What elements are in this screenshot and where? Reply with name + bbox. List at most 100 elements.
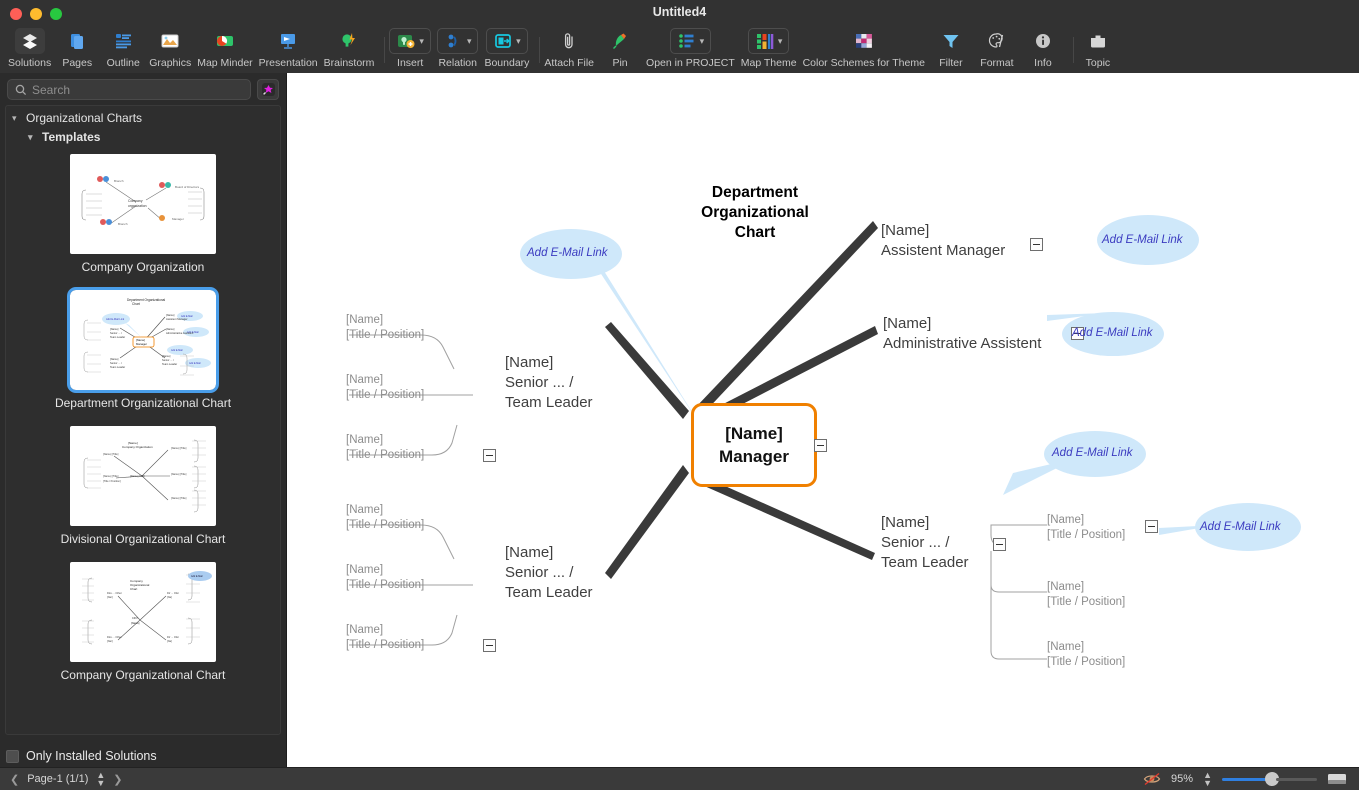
chevron-down-icon[interactable]: ▾ (516, 36, 521, 47)
node-role-line1: Senior ... / (505, 564, 574, 581)
callout-label-child-right[interactable]: Add E-Mail Link (1200, 521, 1281, 533)
node-name: [Name] (346, 564, 384, 576)
node-child-ul-2[interactable]: [Name] [Title / Position] (346, 373, 424, 403)
only-installed-checkbox[interactable] (6, 749, 19, 763)
chevron-down-icon[interactable]: ▾ (778, 36, 783, 47)
node-role: Administrative Assistent (883, 335, 1042, 352)
node-assistent-manager[interactable]: [Name] Assistent Manager (881, 221, 1005, 261)
open-in-project-icon (678, 34, 694, 48)
toolbar-button-outline[interactable]: Outline (103, 26, 143, 69)
node-name: [Name] (346, 434, 384, 446)
collapse-button-senior-lower-left[interactable] (483, 639, 496, 652)
node-child-ll-2[interactable]: [Name] [Title / Position] (346, 563, 424, 593)
node-child-ul-3[interactable]: [Name] [Title / Position] (346, 433, 424, 463)
node-child-right-1[interactable]: [Name] [Title / Position] (1047, 513, 1125, 543)
toolbar-button-open-in-project[interactable]: ▾ Open in PROJECT (646, 26, 735, 69)
node-name: [Name] (1047, 514, 1085, 526)
svg-text:[Name]: [Name] (110, 357, 119, 361)
svg-text:[Name] CEO: [Name] CEO (130, 474, 145, 478)
toolbar-button-graphics[interactable]: Graphics (149, 26, 191, 69)
node-title: [Title / Position] (1047, 529, 1126, 541)
magic-wand-button[interactable] (257, 79, 279, 100)
tree-node-label: Templates (42, 130, 101, 144)
toolbar-button-info[interactable]: Info (1023, 26, 1063, 69)
node-child-ll-1[interactable]: [Name] [Title / Position] (346, 503, 424, 533)
node-administrative-assistent[interactable]: [Name] Administrative Assistent (883, 314, 1041, 354)
zoom-stepper[interactable]: ▲ ▼ (1203, 771, 1212, 788)
toolbar-icon-wrap (62, 28, 92, 54)
toolbar-button-relation[interactable]: ▾ Relation (436, 26, 479, 69)
toolbar-button-map-theme[interactable]: ▾ Map Theme (741, 26, 797, 69)
toolbar-button-boundary[interactable]: ▾ Boundary (484, 26, 529, 69)
template-item-company-organization[interactable]: Company organization Branch Board of Direc… (6, 154, 280, 274)
chevron-down-icon[interactable]: ▾ (467, 36, 472, 47)
map-title-line: Chart (734, 224, 776, 241)
node-senior-team-leader-right[interactable]: [Name] Senior ... / Team Leader (881, 513, 969, 573)
only-installed-solutions-row[interactable]: Only Installed Solutions (6, 749, 157, 763)
node-role-line1: Senior ... / (505, 374, 574, 391)
page-stepper[interactable]: ▲ ▼ (96, 771, 105, 788)
template-item-divisional-organizational-chart[interactable]: [Name] Company Organization [Name] CEO [N… (6, 426, 280, 546)
callout-label-administrative-assistent[interactable]: Add E-Mail Link (1072, 327, 1153, 339)
svg-text:Add E-Mail: Add E-Mail (189, 362, 201, 365)
collapse-button-assistent-manager[interactable] (1030, 238, 1043, 251)
map-title[interactable]: Department Organizational Chart (665, 183, 845, 243)
template-thumbnail[interactable]: Department Organizational Chart [Name] Man… (67, 287, 219, 393)
node-senior-team-leader-upper-left[interactable]: [Name] Senior ... / Team Leader (505, 353, 593, 413)
title-bar: Untitled4 (0, 0, 1359, 26)
search-input[interactable]: Search (7, 79, 251, 100)
callout-label-senior-right[interactable]: Add E-Mail Link (1052, 447, 1133, 459)
template-item-company-organizational-chart[interactable]: Company Organizational Chart CFO [Name] Dir… (6, 562, 280, 682)
callout-label-assistent-manager[interactable]: Add E-Mail Link (1102, 234, 1183, 246)
toolbar-button-topic[interactable]: Topic (1078, 26, 1118, 69)
svg-text:Add E-Mail Link: Add E-Mail Link (106, 317, 125, 321)
collapse-button-center[interactable] (814, 439, 827, 452)
chevron-left-icon[interactable]: ❮ (10, 773, 19, 786)
tree-node-templates[interactable]: ▾ Templates (6, 127, 280, 146)
toolbar-button-attach-file[interactable]: Attach File (544, 26, 594, 69)
toolbar-button-format[interactable]: Format (977, 26, 1017, 69)
callout-label-center[interactable]: Add E-Mail Link (527, 247, 608, 259)
toolbar-icon-wrap: ▾ (436, 28, 479, 54)
toolbar-button-map-minder[interactable]: Map Minder (197, 26, 253, 69)
node-child-ll-3[interactable]: [Name] [Title / Position] (346, 623, 424, 653)
collapse-button-senior-upper-left[interactable] (483, 449, 496, 462)
collapse-button-senior-right[interactable] (993, 538, 1006, 551)
tree-node-organizational-charts[interactable]: ▾ Organizational Charts (6, 106, 280, 127)
toolbar-button-presentation[interactable]: Presentation (259, 26, 318, 69)
template-thumbnail[interactable]: [Name] Company Organization [Name] CEO [N… (70, 426, 216, 526)
node-child-ul-1[interactable]: [Name] [Title / Position] (346, 313, 424, 343)
toolbar-button-color-schemes-for-theme[interactable]: Color Schemes for Theme (803, 26, 925, 69)
toolbar-button-label: Filter (939, 57, 963, 69)
center-node-manager[interactable]: [Name] Manager (691, 403, 817, 487)
toolbar-button-insert[interactable]: ▾ Insert (389, 26, 431, 69)
chevron-right-icon[interactable]: ❯ (113, 773, 122, 786)
toolbar-button-pin[interactable]: Pin (600, 26, 640, 69)
svg-text:Dire ... Other: Dire ... Other (107, 635, 122, 639)
fit-page-icon[interactable] (1327, 772, 1347, 786)
toolbar-button-pages[interactable]: Pages (57, 26, 97, 69)
svg-text:Team Leader: Team Leader (162, 362, 177, 366)
toolbar-button-solutions[interactable]: Solutions (8, 26, 51, 69)
brainstorm-icon (342, 33, 356, 47)
node-senior-team-leader-lower-left[interactable]: [Name] Senior ... / Team Leader (505, 543, 593, 603)
node-child-right-2[interactable]: [Name] [Title / Position] (1047, 580, 1125, 610)
svg-text:Add E-Mail: Add E-Mail (191, 575, 203, 578)
svg-text:Administrative Assistent: Administrative Assistent (166, 331, 194, 335)
template-label: Company Organization (81, 260, 205, 274)
toolbar-button-filter[interactable]: Filter (931, 26, 971, 69)
zoom-slider[interactable] (1222, 772, 1317, 786)
mindmap-canvas[interactable]: Department Organizational Chart [Name] M… (287, 73, 1359, 767)
chevron-down-icon[interactable]: ▾ (700, 36, 705, 47)
node-name: [Name] (505, 544, 554, 561)
template-thumbnail[interactable]: Company Organizational Chart CFO [Name] Dir… (70, 562, 216, 662)
chevron-down-icon[interactable]: ▾ (419, 36, 424, 47)
node-title: [Title / Position] (346, 639, 425, 651)
toolbar-icon-wrap: ▾ (747, 28, 790, 54)
eye-off-icon[interactable] (1143, 772, 1161, 786)
collapse-button-child-right-1[interactable] (1145, 520, 1158, 533)
template-thumbnail[interactable]: Company organization Branch Board of Direc… (70, 154, 216, 254)
toolbar-button-brainstorm[interactable]: Brainstorm (324, 26, 374, 69)
template-item-department-organizational-chart[interactable]: Department Organizational Chart [Name] Man… (6, 287, 280, 410)
node-child-right-3[interactable]: [Name] [Title / Position] (1047, 640, 1125, 670)
